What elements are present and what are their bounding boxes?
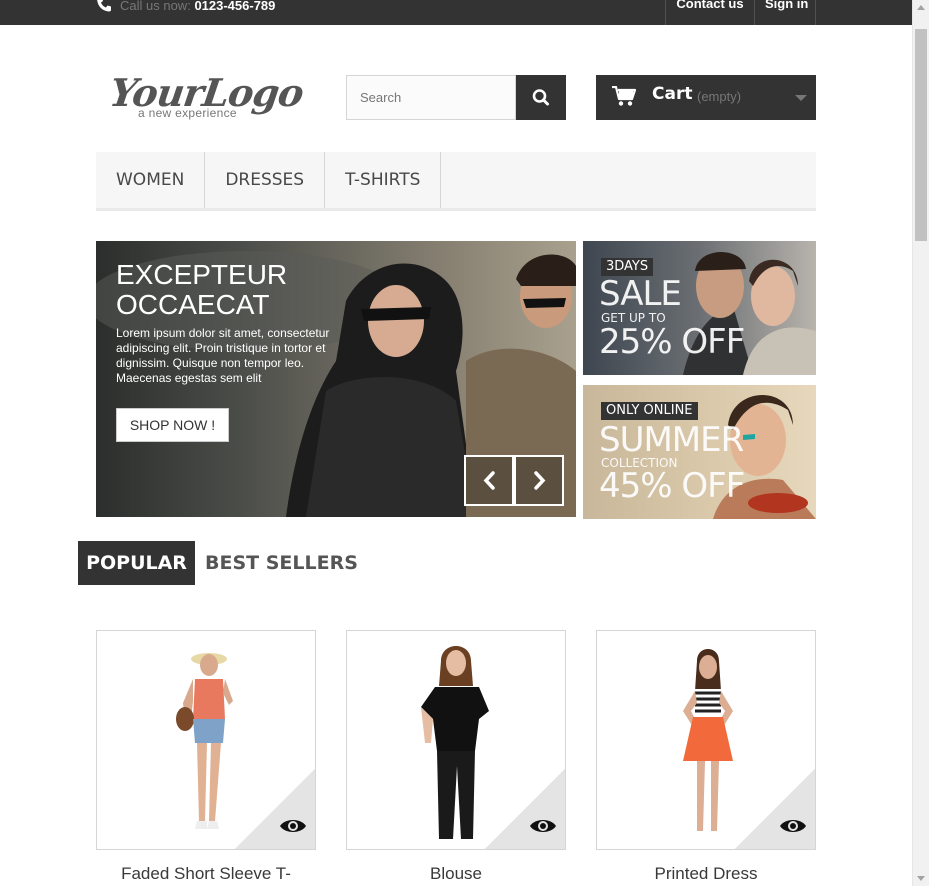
banner-offer: 45% OFF [599,466,745,506]
phone-icon [97,0,111,12]
cart-label: Cart [652,84,693,104]
product-image[interactable] [596,630,816,850]
banner-tag: ONLY ONLINE [601,402,698,420]
contact-us-link[interactable]: Contact us [665,0,754,25]
main-menu: WOMEN DRESSES T-SHIRTS [96,152,816,211]
quick-view-button[interactable] [485,769,565,849]
eye-icon [530,820,556,832]
product-name[interactable]: Printed Dress [596,864,816,884]
chevron-left-icon [483,471,495,490]
slider-next-button[interactable] [514,455,564,506]
menu-item-dresses[interactable]: DRESSES [205,152,326,208]
banner-headline: SUMMER [599,420,744,460]
sale-banner[interactable]: 3DAYS SALE GET UP TO 25% OFF [583,241,816,375]
slider-title: EXCEPTEUR OCCAECAT [116,259,288,320]
product-card[interactable]: Blouse [346,630,566,883]
scroll-down-arrow-icon[interactable] [917,876,925,881]
phone-number: 0123-456-789 [194,0,276,13]
quick-view-button[interactable] [735,769,815,849]
search-button[interactable] [516,75,566,120]
slider-prev-button[interactable] [464,455,514,506]
product-name[interactable]: Blouse [346,864,566,884]
call-us-label: Call us now: [120,0,191,13]
chevron-right-icon [534,471,546,490]
tab-popular[interactable]: POPULAR [78,541,195,585]
logo-tagline: a new experience [138,106,237,120]
banner-headline: SALE [599,274,682,314]
eye-icon [780,820,806,832]
slider-text: Lorem ipsum dolor sit amet, consectetur … [116,326,330,385]
menu-item-women[interactable]: WOMEN [96,152,206,208]
chevron-down-icon [795,95,807,101]
eye-icon [280,820,306,832]
product-image[interactable] [346,630,566,850]
search-input[interactable] [346,75,516,120]
menu-item-tshirts[interactable]: T-SHIRTS [325,152,442,208]
cart-status: (empty) [697,89,742,104]
tab-best-sellers[interactable]: BEST SELLERS [205,541,358,585]
product-card[interactable]: Printed Dress [596,630,816,883]
call-us-text: Call us now: 0123-456-789 [120,0,275,13]
sign-in-link[interactable]: Sign in [754,0,816,25]
product-card[interactable]: Faded Short Sleeve T- [96,630,316,883]
banner-offer: 25% OFF [599,322,745,362]
product-image[interactable] [96,630,316,850]
summer-banner[interactable]: ONLY ONLINE SUMMER COLLECTION 45% OFF [583,385,816,519]
page: Call us now: 0123-456-789 Contact us Sig… [0,0,929,886]
cart-button[interactable]: Cart (empty) [596,75,816,120]
quick-view-button[interactable] [235,769,315,849]
vertical-scrollbar[interactable] [912,0,929,886]
home-slider[interactable]: EXCEPTEUR OCCAECAT Lorem ipsum dolor sit… [96,241,576,517]
site-logo[interactable]: YourLogo a new experience [107,70,306,125]
cart-icon [612,86,636,106]
scroll-thumb[interactable] [915,29,927,241]
scroll-up-arrow-icon[interactable] [917,5,925,10]
shop-now-button[interactable]: SHOP NOW ! [116,408,229,442]
top-bar: Call us now: 0123-456-789 Contact us Sig… [0,0,912,25]
search-icon [532,89,549,106]
product-name[interactable]: Faded Short Sleeve T- [96,864,316,884]
